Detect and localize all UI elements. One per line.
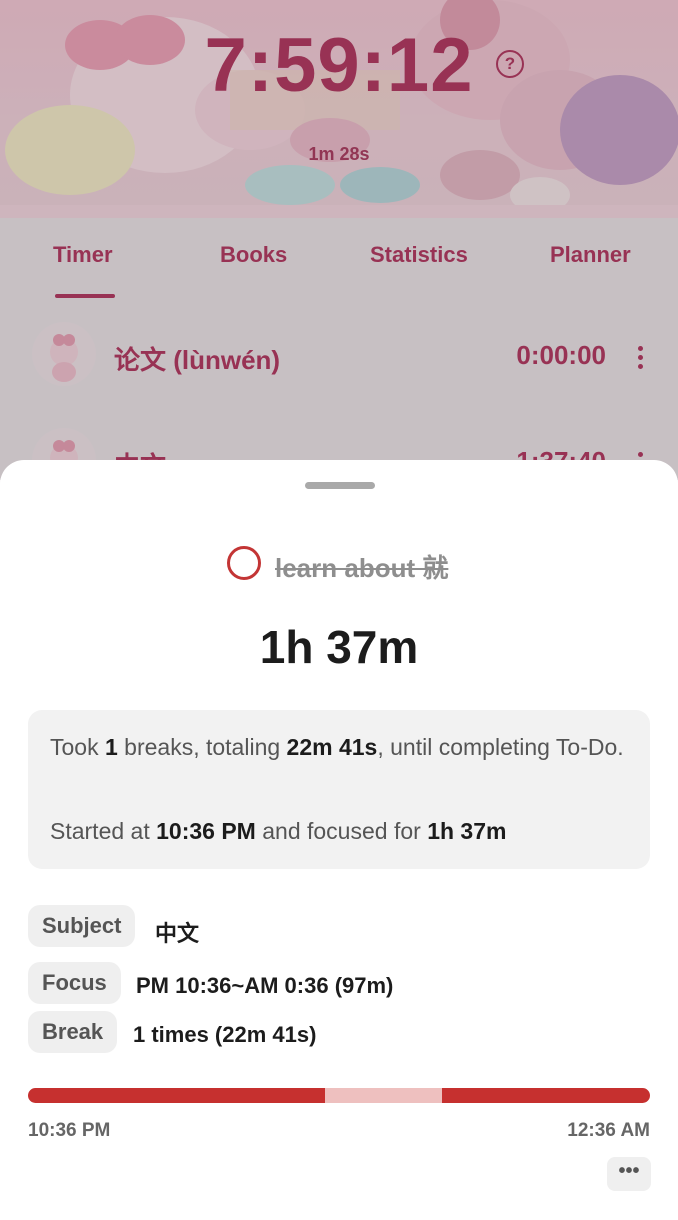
todo-title: learn about 就: [275, 553, 449, 583]
subject-value: 中文: [155, 921, 200, 946]
break-label-chip: Break: [28, 1011, 118, 1053]
session-summary: Took 1 breaks, totaling 22m 41s, until c…: [28, 710, 650, 869]
timeline-end-label: 12:36 AM: [567, 1120, 650, 1141]
breaks-summary: Took 1 breaks, totaling 22m 41s, until c…: [50, 734, 624, 760]
break-segment: [325, 1088, 442, 1103]
focus-label-chip: Focus: [28, 962, 121, 1004]
drag-handle[interactable]: [305, 482, 375, 489]
subject-label-chip: Subject: [28, 905, 136, 947]
focus-value: PM 10:36~AM 0:36 (97m): [136, 973, 394, 998]
break-value: 1 times (22m 41s): [133, 1022, 317, 1047]
timeline-start-label: 10:36 PM: [28, 1120, 111, 1141]
more-options-button[interactable]: •••: [607, 1157, 651, 1191]
todo-checkbox-icon[interactable]: [227, 546, 261, 580]
focus-summary: Started at 10:36 PM and focused for 1h 3…: [50, 818, 507, 844]
session-timeline-bar: [28, 1088, 650, 1103]
todo-header: learn about 就: [0, 546, 678, 583]
modal-scrim[interactable]: [0, 0, 678, 480]
session-detail-sheet: learn about 就 1h 37m Took 1 breaks, tota…: [0, 460, 678, 1220]
session-duration: 1h 37m: [259, 621, 419, 673]
